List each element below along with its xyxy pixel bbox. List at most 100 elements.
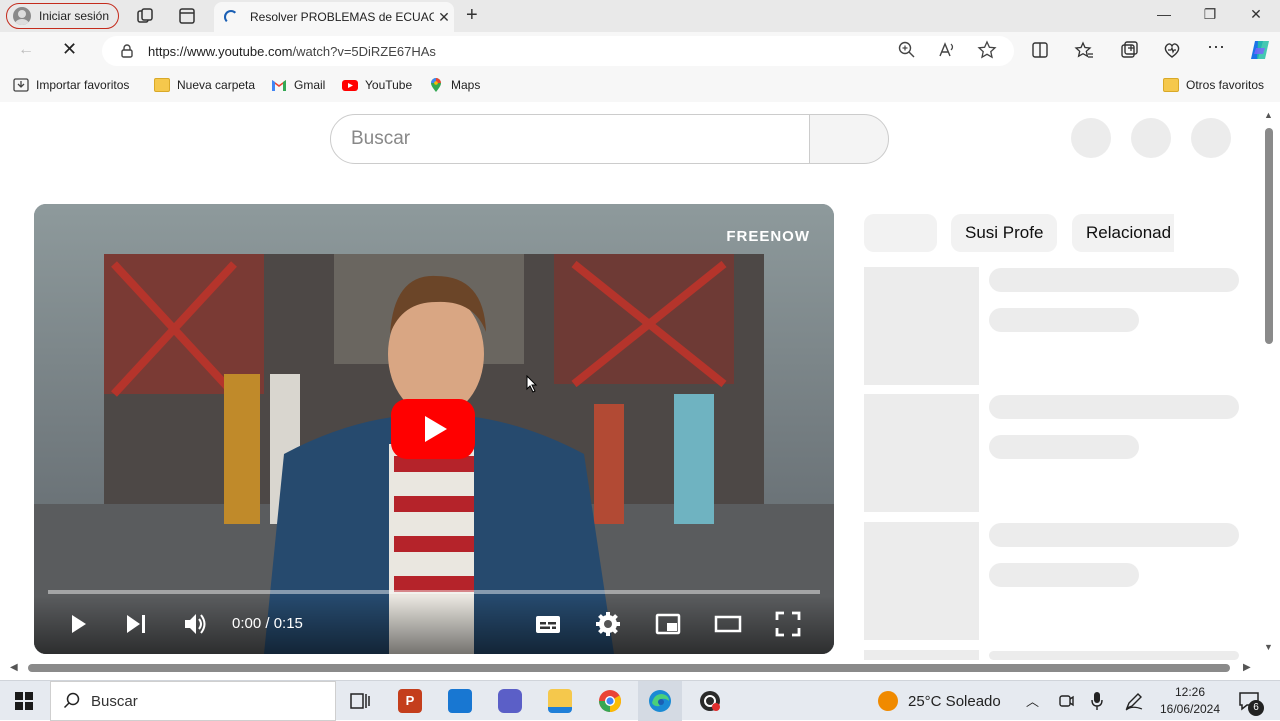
meet-now-icon[interactable] (1058, 692, 1074, 710)
bookmark-maps[interactable]: Maps (428, 78, 480, 92)
edge-icon[interactable] (648, 689, 672, 713)
brand-overlay: FREENOW (726, 228, 810, 245)
mouse-cursor-icon (526, 375, 538, 393)
horizontal-scroll-thumb[interactable] (28, 664, 1230, 672)
chip-all[interactable]: Todos (864, 214, 938, 252)
file-explorer-icon[interactable] (548, 689, 572, 713)
avatar-icon (13, 7, 31, 25)
volume-icon[interactable] (182, 610, 210, 638)
settings-gear-icon[interactable] (594, 610, 622, 638)
notification-count-badge: 6 (1248, 700, 1264, 716)
profile-button[interactable]: Iniciar sesión (6, 3, 119, 29)
notifications-button-placeholder[interactable] (1131, 118, 1171, 158)
stop-loading-icon[interactable]: ✕ (62, 39, 77, 60)
close-tab-icon[interactable]: ✕ (434, 9, 454, 26)
collections-icon[interactable] (1119, 40, 1139, 60)
back-arrow-icon[interactable]: ← (18, 41, 34, 59)
taskbar-search-placeholder: Buscar (91, 692, 138, 710)
url-host: https://www.youtube.com (148, 43, 293, 59)
microphone-icon[interactable] (1090, 691, 1104, 711)
miniplayer-icon[interactable] (654, 610, 682, 638)
youtube-page: Buscar FREENOW 0:00 / 0:15 Todos Susi Pr… (0, 104, 1280, 660)
bookmark-label: Gmail (294, 78, 326, 92)
folder-icon (154, 78, 170, 92)
navigation-bar: ← ✕ https://www.youtube.com/watch?v=5DiR… (0, 32, 1280, 70)
video-player[interactable]: FREENOW 0:00 / 0:15 (34, 204, 834, 654)
read-aloud-icon[interactable] (937, 40, 957, 60)
bookmarks-bar: Importar favoritos Nueva carpeta Gmail Y… (0, 70, 1280, 102)
next-icon[interactable] (122, 610, 150, 638)
copilot-icon[interactable] (1248, 38, 1272, 62)
fullscreen-icon[interactable] (774, 610, 802, 638)
chevron-up-icon[interactable]: ︿ (1026, 691, 1039, 710)
bookmark-gmail[interactable]: Gmail (271, 78, 325, 92)
workspaces-icon[interactable] (136, 7, 154, 25)
chrome-icon[interactable] (598, 689, 622, 713)
scroll-left-arrow-icon[interactable]: ◀ (10, 662, 18, 673)
windows-start-icon[interactable] (15, 692, 33, 710)
weather-label: 25°C Soleado (908, 692, 1001, 710)
scroll-up-arrow-icon[interactable]: ▲ (1264, 110, 1273, 120)
big-play-button[interactable] (391, 399, 475, 459)
bookmark-youtube[interactable]: YouTube (342, 78, 412, 92)
scroll-right-arrow-icon[interactable]: ▶ (1243, 662, 1251, 673)
suggestion-meta-placeholder (989, 563, 1139, 587)
restore-icon[interactable]: ❐ (1200, 6, 1220, 23)
close-window-icon[interactable]: ✕ (1246, 6, 1266, 23)
bookmark-import[interactable]: Importar favoritos (13, 78, 129, 92)
bookmark-other-favorites[interactable]: Otros favoritos (1163, 78, 1264, 92)
loading-icon (224, 10, 238, 24)
powerpoint-icon[interactable]: P (398, 689, 422, 713)
sun-icon (878, 691, 898, 711)
maps-pin-icon (431, 78, 441, 92)
tab-actions-icon[interactable] (178, 7, 196, 25)
subtitles-icon[interactable] (534, 610, 562, 638)
progress-bar[interactable] (48, 590, 820, 594)
recorder-icon[interactable] (698, 689, 722, 713)
vertical-scroll-thumb[interactable] (1265, 128, 1273, 344)
more-options-icon[interactable]: ⋯ (1206, 37, 1226, 57)
store-icon[interactable] (448, 689, 472, 713)
suggestion-title-placeholder (989, 523, 1239, 547)
zoom-icon[interactable] (897, 40, 917, 60)
taskbar-search[interactable]: Buscar (50, 681, 336, 721)
player-controls: 0:00 / 0:15 (34, 596, 834, 654)
account-button-placeholder[interactable] (1191, 118, 1231, 158)
task-view-icon[interactable] (348, 689, 372, 713)
suggestion-thumbnail-placeholder[interactable] (864, 650, 979, 660)
tab-title: Resolver PROBLEMAS de ECUACIONES (250, 10, 434, 24)
bookmark-label: YouTube (365, 78, 413, 92)
suggestion-thumbnail-placeholder[interactable] (864, 522, 979, 640)
new-tab-icon[interactable]: + (466, 4, 478, 27)
bookmark-label: Maps (451, 78, 481, 92)
search-input[interactable]: Buscar (330, 114, 810, 164)
import-icon (13, 78, 29, 92)
favorites-icon[interactable] (1074, 40, 1094, 60)
tab-strip: Iniciar sesión Resolver PROBLEMAS de ECU… (0, 0, 1280, 32)
minimize-icon[interactable]: — (1154, 6, 1174, 22)
suggestion-thumbnail-placeholder[interactable] (864, 394, 979, 512)
theater-mode-icon[interactable] (714, 610, 742, 638)
system-clock[interactable]: 12:26 16/06/2024 (1150, 684, 1230, 718)
pen-icon[interactable] (1124, 691, 1144, 711)
suggestion-meta-placeholder (989, 435, 1139, 459)
address-bar[interactable]: https://www.youtube.com/watch?v=5DiRZE67… (102, 36, 1014, 66)
suggestion-title-placeholder (989, 395, 1239, 419)
clock-date: 16/06/2024 (1159, 702, 1221, 716)
bookmark-folder[interactable]: Nueva carpeta (154, 78, 255, 92)
active-tab[interactable]: Resolver PROBLEMAS de ECUACIONES ✕ (214, 2, 454, 32)
split-screen-icon[interactable] (1030, 40, 1050, 60)
scroll-down-arrow-icon[interactable]: ▼ (1264, 642, 1273, 652)
weather-widget[interactable]: 25°C Soleado (878, 691, 1001, 711)
chip-channel[interactable]: Susi Profe (951, 214, 1058, 252)
suggestion-thumbnail-placeholder[interactable] (864, 267, 979, 385)
chip-related[interactable]: Relacionad (1072, 214, 1174, 252)
teams-icon[interactable] (498, 689, 522, 713)
search-button[interactable] (809, 114, 889, 164)
play-icon[interactable] (64, 610, 92, 638)
search-icon (63, 692, 80, 709)
favorite-star-icon[interactable] (977, 40, 997, 60)
browser-essentials-icon[interactable] (1162, 40, 1182, 60)
create-button-placeholder[interactable] (1071, 118, 1111, 158)
youtube-icon (342, 80, 358, 91)
